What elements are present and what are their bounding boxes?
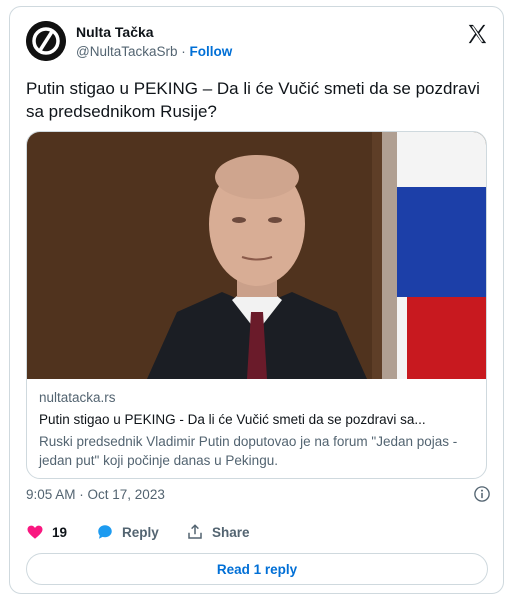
link-preview-image [27, 132, 486, 379]
follow-button[interactable]: Follow [190, 44, 233, 59]
heart-icon [27, 525, 43, 539]
tweet-timestamp[interactable]: 9:05 AM · Oct 17, 2023 [26, 487, 165, 502]
reply-label: Reply [122, 524, 159, 540]
like-count: 19 [52, 524, 68, 540]
handle-separator: · [177, 44, 190, 59]
link-preview-meta: nultatacka.rs Putin stigao u PEKING - Da… [39, 389, 479, 470]
share-icon [188, 524, 202, 539]
link-title: Putin stigao u PEKING - Da li će Vučić s… [39, 412, 426, 427]
tweet-embed-card: Nulta Tačka @NultaTackaSrb · Follow Puti… [9, 6, 504, 594]
author-name[interactable]: Nulta Tačka [76, 24, 154, 40]
share-button[interactable]: Share [186, 521, 250, 543]
reply-button[interactable]: Reply [96, 521, 159, 543]
author-avatar[interactable] [26, 21, 66, 61]
link-domain: nultatacka.rs [39, 390, 116, 405]
tweet-actions: 19 Reply Share [26, 521, 486, 543]
x-logo-icon[interactable] [466, 23, 488, 45]
link-description: Ruski predsednik Vladimir Putin doputova… [39, 434, 458, 468]
nulta-tacka-logo-icon [26, 21, 66, 61]
read-replies-button[interactable]: Read 1 reply [26, 553, 488, 585]
tweet-text: Putin stigao u PEKING – Da li će Vučić s… [26, 79, 480, 121]
share-label: Share [212, 524, 250, 540]
author-handle[interactable]: @NultaTackaSrb [76, 44, 178, 59]
info-icon[interactable] [473, 485, 491, 503]
tweet-header: Nulta Tačka @NultaTackaSrb · Follow [26, 19, 488, 67]
link-preview-card[interactable]: nultatacka.rs Putin stigao u PEKING - Da… [26, 131, 487, 479]
like-button[interactable]: 19 [26, 521, 67, 543]
reply-bubble-icon [98, 525, 112, 539]
author-handle-line: @NultaTackaSrb · Follow [76, 44, 232, 59]
